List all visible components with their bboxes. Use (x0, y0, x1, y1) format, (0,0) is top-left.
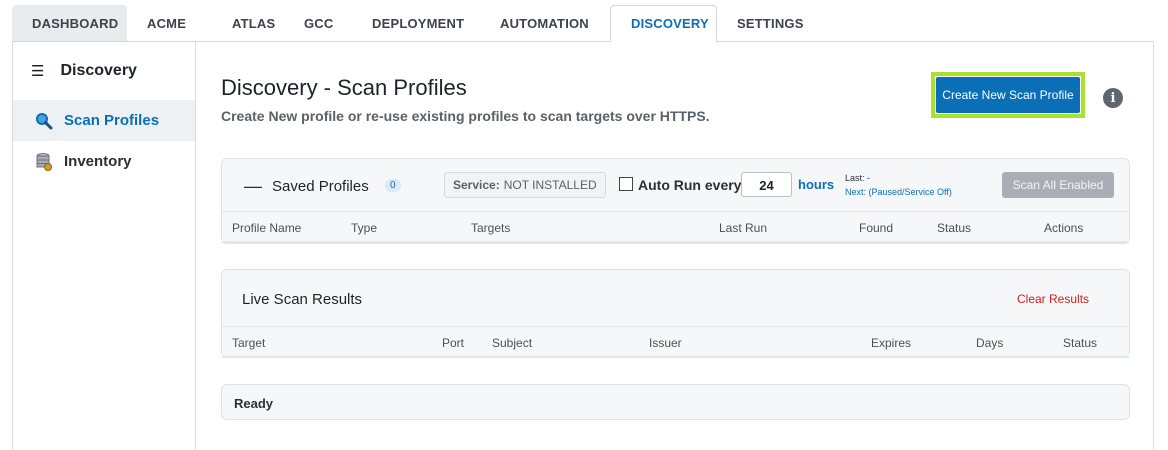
column-header-actions[interactable]: Actions (1044, 221, 1083, 235)
sidebar-item-label: Inventory (64, 153, 132, 170)
magnifier-icon (35, 112, 53, 130)
service-value: NOT INSTALLED (503, 178, 597, 192)
column-header-profile-name[interactable]: Profile Name (232, 221, 301, 235)
live-results-title: Live Scan Results (242, 291, 363, 308)
column-header-type[interactable]: Type (351, 221, 377, 235)
column-header-expires[interactable]: Expires (871, 336, 911, 350)
saved-profiles-title: Saved Profiles (272, 178, 369, 195)
page-title: Discovery - Scan Profiles (221, 75, 467, 100)
sidebar-item-label: Scan Profiles (64, 112, 160, 129)
top-tab-bar: DASHBOARD ACME ATLAS GCC DEPLOYMENT AUTO… (12, 5, 824, 42)
tab-settings[interactable]: SETTINGS (717, 5, 824, 41)
clear-results-button[interactable]: Clear Results (1017, 292, 1089, 306)
live-results-header: Live Scan Results Clear Results (222, 270, 1129, 326)
live-results-table-header: Target Port Subject Issuer Expires Days … (222, 326, 1129, 358)
auto-run-checkbox[interactable] (619, 177, 633, 191)
column-header-status[interactable]: Status (937, 221, 971, 235)
database-icon (35, 152, 53, 171)
saved-profiles-header: — Saved Profiles 0 Service: NOT INSTALLE… (222, 159, 1129, 211)
sidebar-title: Discovery (60, 62, 137, 79)
tab-discovery[interactable]: DISCOVERY (610, 5, 717, 42)
column-header-targets[interactable]: Targets (471, 221, 510, 235)
column-header-issuer[interactable]: Issuer (649, 336, 682, 350)
tab-dashboard[interactable]: DASHBOARD (12, 5, 127, 41)
status-bar: Ready (221, 384, 1130, 420)
auto-run-hours-input[interactable]: 24 (741, 172, 792, 197)
tab-gcc[interactable]: GCC (284, 5, 352, 41)
column-header-days[interactable]: Days (976, 336, 1003, 350)
status-text: Ready (234, 396, 274, 411)
main-content: Discovery - Scan Profiles Create New pro… (197, 42, 1154, 450)
hours-label: hours (798, 177, 835, 192)
column-header-found[interactable]: Found (859, 221, 893, 235)
hamburger-menu-icon[interactable]: ☰ (31, 62, 44, 80)
sidebar-item-inventory[interactable]: Inventory (13, 141, 195, 182)
column-header-status[interactable]: Status (1063, 336, 1097, 350)
last-run-text: Last: - (845, 173, 871, 183)
tab-acme[interactable]: ACME (127, 5, 212, 41)
service-status-badge: Service: NOT INSTALLED (444, 172, 606, 198)
sidebar-item-scan-profiles[interactable]: Scan Profiles (13, 100, 195, 141)
saved-profiles-panel: — Saved Profiles 0 Service: NOT INSTALLE… (221, 158, 1130, 244)
sidebar: ☰ Discovery Scan Profiles Inventory (13, 42, 196, 450)
collapse-icon[interactable]: — (244, 176, 262, 197)
next-run-text: Next: (Paused/Service Off) (845, 187, 952, 197)
auto-run-label: Auto Run every (638, 177, 742, 193)
tab-deployment[interactable]: DEPLOYMENT (352, 5, 480, 41)
saved-profiles-table-header: Profile Name Type Targets Last Run Found… (222, 211, 1129, 243)
profile-count-badge: 0 (385, 179, 401, 192)
live-scan-results-panel: Live Scan Results Clear Results Target P… (221, 269, 1130, 358)
column-header-subject[interactable]: Subject (492, 336, 532, 350)
tab-atlas[interactable]: ATLAS (212, 5, 284, 41)
service-label: Service: (453, 178, 500, 192)
page-subtitle: Create New profile or re-use existing pr… (221, 108, 710, 124)
tab-automation[interactable]: AUTOMATION (480, 5, 610, 41)
create-button-label: Create New Scan Profile (936, 77, 1080, 113)
info-icon[interactable]: i (1103, 88, 1123, 108)
column-header-port[interactable]: Port (442, 336, 464, 350)
create-new-scan-profile-button[interactable]: Create New Scan Profile (931, 72, 1085, 118)
sidebar-header: ☰ Discovery (13, 42, 195, 100)
column-header-target[interactable]: Target (232, 336, 265, 350)
scan-all-enabled-button[interactable]: Scan All Enabled (1002, 172, 1114, 198)
column-header-last-run[interactable]: Last Run (719, 221, 767, 235)
